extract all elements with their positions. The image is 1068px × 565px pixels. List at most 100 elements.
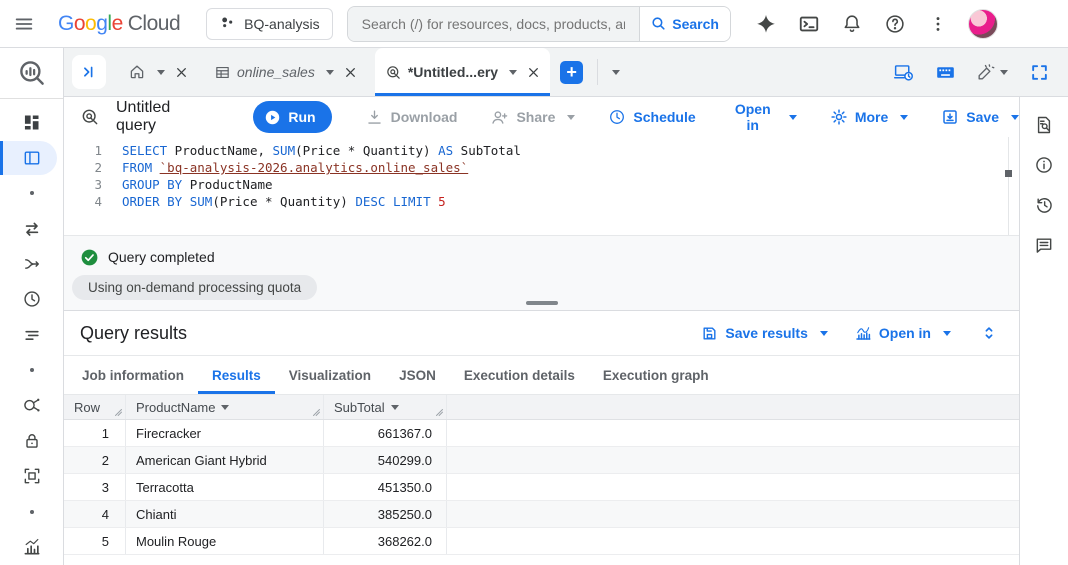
close-icon[interactable] (344, 66, 357, 79)
gemini-icon[interactable] (749, 7, 783, 41)
add-tab-button[interactable]: + (560, 60, 584, 84)
cloud-wordmark: Cloud (127, 11, 181, 35)
save-icon (943, 110, 958, 124)
search-input[interactable] (347, 6, 639, 41)
studio-blocks-icon[interactable] (0, 105, 63, 140)
bar-chart-icon[interactable] (0, 530, 63, 565)
sql-code-editor[interactable]: 1 SELECT ProductName, SUM(Price * Quanti… (64, 137, 1019, 235)
query-results-panel: Query results Save results Open in Job i (64, 310, 1019, 565)
tab-execution-graph[interactable]: Execution graph (589, 356, 723, 394)
schedule-button[interactable]: Schedule (608, 108, 696, 126)
history-icon[interactable] (1026, 185, 1062, 225)
close-icon[interactable] (527, 66, 540, 79)
comment-icon[interactable] (1026, 225, 1062, 265)
cloud-shell-icon[interactable] (792, 7, 826, 41)
play-circle-icon (266, 110, 280, 124)
fullscreen-icon[interactable] (1024, 57, 1054, 87)
tab-json[interactable]: JSON (385, 356, 450, 394)
column-header-row: Row (64, 395, 126, 419)
tab-overflow-chevron-icon[interactable] (612, 69, 621, 75)
column-resize-handle[interactable] (435, 408, 444, 417)
more-button[interactable]: More (830, 108, 909, 126)
bigquery-logo-icon[interactable] (0, 48, 63, 98)
run-button[interactable]: Run (253, 101, 332, 133)
split-panel-icon[interactable] (0, 140, 63, 175)
global-search: Search (346, 5, 731, 42)
collapse-panel-icon[interactable] (72, 55, 106, 89)
open-in-results-button[interactable]: Open in (854, 324, 951, 342)
table-row: 3 Terracotta 451350.0 (64, 474, 1019, 501)
branch-arrow-icon[interactable] (0, 246, 63, 281)
open-in-button[interactable]: Open in (729, 101, 797, 133)
row-number-cell: 2 (64, 447, 126, 473)
account-avatar[interactable] (967, 8, 998, 39)
table-row: 4 Chianti 385250.0 (64, 501, 1019, 528)
chevron-down-icon[interactable] (325, 69, 334, 75)
crop-frame-icon[interactable] (0, 459, 63, 494)
results-header: Query results Save results Open in (64, 311, 1019, 356)
column-resize-handle[interactable] (114, 408, 123, 417)
tab-online-sales[interactable]: online_sales (204, 48, 367, 96)
tab-home[interactable] (118, 48, 198, 96)
tab-untitled-query[interactable]: *Untitled...ery (374, 48, 551, 96)
notifications-bell-icon[interactable] (835, 7, 869, 41)
right-utility-rail (1019, 97, 1068, 565)
tab-execution-details[interactable]: Execution details (450, 356, 589, 394)
productname-cell: Chianti (126, 501, 324, 527)
column-menu-caret-icon[interactable] (390, 404, 399, 410)
help-icon[interactable] (878, 7, 912, 41)
share-network-icon[interactable] (0, 388, 63, 423)
row-number-cell: 3 (64, 474, 126, 500)
column-menu-caret-icon[interactable] (221, 404, 230, 410)
gear-icon (831, 109, 847, 125)
chevron-down-icon[interactable] (1000, 69, 1008, 75)
subtotal-cell: 661367.0 (324, 420, 447, 446)
column-resize-handle[interactable] (312, 408, 321, 417)
more-options-kebab-icon[interactable] (921, 7, 955, 41)
editor-scrollbar-track (1008, 137, 1009, 235)
tab-results[interactable]: Results (198, 356, 275, 394)
swap-arrows-icon[interactable] (0, 211, 63, 246)
results-tab-bar: Job information Results Visualization JS… (64, 356, 1019, 395)
query-icon (80, 107, 100, 127)
editor-scrollbar-thumb[interactable] (1005, 170, 1012, 177)
share-button[interactable]: Share (490, 108, 576, 127)
expand-collapse-icon[interactable] (977, 321, 1001, 345)
chevron-down-icon[interactable] (509, 69, 518, 75)
subtotal-cell: 368262.0 (324, 528, 447, 554)
project-selector[interactable]: BQ-analysis (206, 7, 333, 40)
tab-visualization[interactable]: Visualization (275, 356, 385, 394)
clock-icon[interactable] (0, 282, 63, 317)
panel-resize-handle[interactable] (525, 301, 558, 305)
dot-separator (0, 176, 63, 211)
code-line: 1 SELECT ProductName, SUM(Price * Quanti… (64, 142, 1019, 159)
tab-label: online_sales (237, 64, 315, 80)
close-icon[interactable] (175, 66, 188, 79)
keyboard-icon[interactable] (930, 57, 960, 87)
document-search-icon[interactable] (1026, 105, 1062, 145)
table-header-row: Row ProductName SubTotal (64, 395, 1019, 420)
project-dots-icon (222, 17, 233, 28)
chevron-down-icon[interactable] (157, 69, 165, 75)
search-button[interactable]: Search (638, 6, 730, 41)
download-button[interactable]: Download (365, 108, 457, 127)
info-icon[interactable] (1026, 145, 1062, 185)
magic-pencil-icon[interactable] (972, 57, 1012, 87)
tab-job-information[interactable]: Job information (68, 356, 198, 394)
lock-icon[interactable] (0, 423, 63, 458)
productname-cell: Moulin Rouge (126, 528, 324, 554)
remote-session-icon[interactable] (888, 57, 918, 87)
save-button[interactable]: Save (941, 108, 1019, 126)
table-reference-link[interactable]: `bq-analysis-2026.analytics.online_sales… (160, 160, 469, 175)
query-status-section: Query completed Using on-demand processi… (64, 235, 1019, 310)
column-header-productname[interactable]: ProductName (126, 395, 324, 419)
quota-chip: Using on-demand processing quota (72, 275, 318, 300)
column-header-subtotal[interactable]: SubTotal (324, 395, 447, 419)
download-icon (367, 109, 381, 124)
code-line: 3 GROUP BY ProductName (64, 176, 1019, 193)
filter-lines-icon[interactable] (0, 317, 63, 352)
subtotal-cell: 385250.0 (324, 501, 447, 527)
save-results-button[interactable]: Save results (701, 325, 828, 342)
menu-icon[interactable] (0, 13, 48, 35)
chevron-down-icon (943, 330, 951, 336)
